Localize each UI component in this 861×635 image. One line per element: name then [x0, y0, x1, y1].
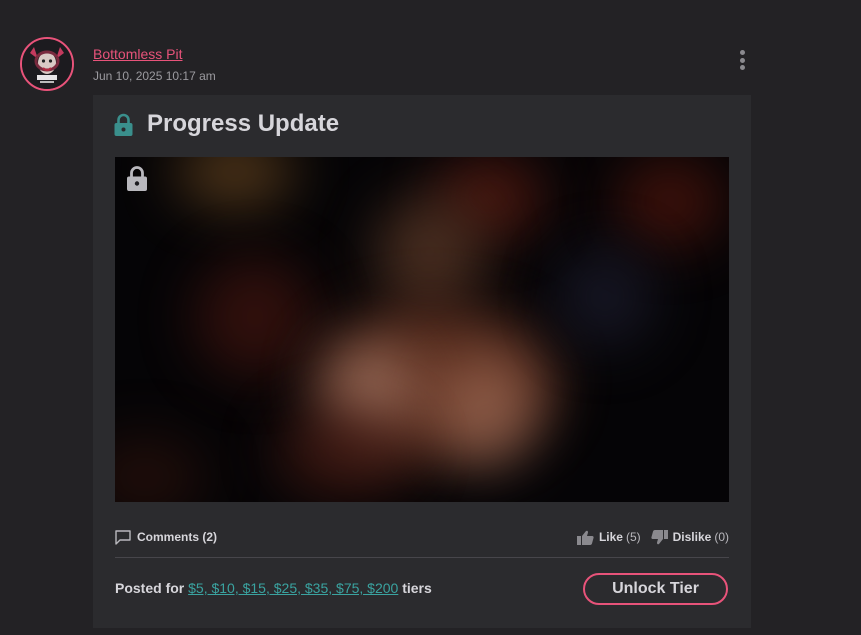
dislike-button[interactable]: Dislike (0)	[651, 529, 729, 545]
avatar-image	[22, 39, 72, 89]
avatar[interactable]	[20, 37, 74, 91]
dislike-label: Dislike	[672, 530, 712, 544]
comments-label: Comments (2)	[137, 530, 218, 544]
post-card: Progress Update Comments (2) Like (5) Di…	[93, 95, 751, 628]
dislike-count: (0)	[714, 530, 729, 544]
divider	[115, 557, 729, 558]
post-timestamp: Jun 10, 2025 10:17 am	[93, 69, 216, 83]
unlock-tier-button[interactable]: Unlock Tier	[583, 573, 728, 605]
tiers-link[interactable]: $5, $10, $15, $25, $35, $75, $200	[188, 580, 398, 596]
like-count: (5)	[625, 530, 641, 544]
thumbs-up-icon	[576, 530, 594, 545]
comment-icon	[115, 529, 131, 545]
lock-icon	[114, 113, 133, 136]
comments-button[interactable]: Comments (2)	[115, 527, 217, 547]
locked-media-preview[interactable]	[115, 157, 729, 502]
posted-for-prefix: Posted for	[115, 580, 185, 596]
like-button[interactable]: Like (5)	[576, 530, 641, 545]
posted-for-tiers: Posted for $5, $10, $15, $25, $35, $75, …	[115, 580, 432, 596]
reactions: Like (5) Dislike (0)	[576, 527, 729, 547]
kebab-menu-icon[interactable]	[736, 50, 748, 72]
lock-icon	[127, 166, 147, 191]
post-title: Progress Update	[147, 110, 340, 137]
author-name-link[interactable]: Bottomless Pit	[93, 46, 182, 62]
tiers-suffix: tiers	[402, 580, 432, 596]
like-label: Like	[598, 530, 623, 544]
thumbs-down-icon	[651, 529, 668, 544]
